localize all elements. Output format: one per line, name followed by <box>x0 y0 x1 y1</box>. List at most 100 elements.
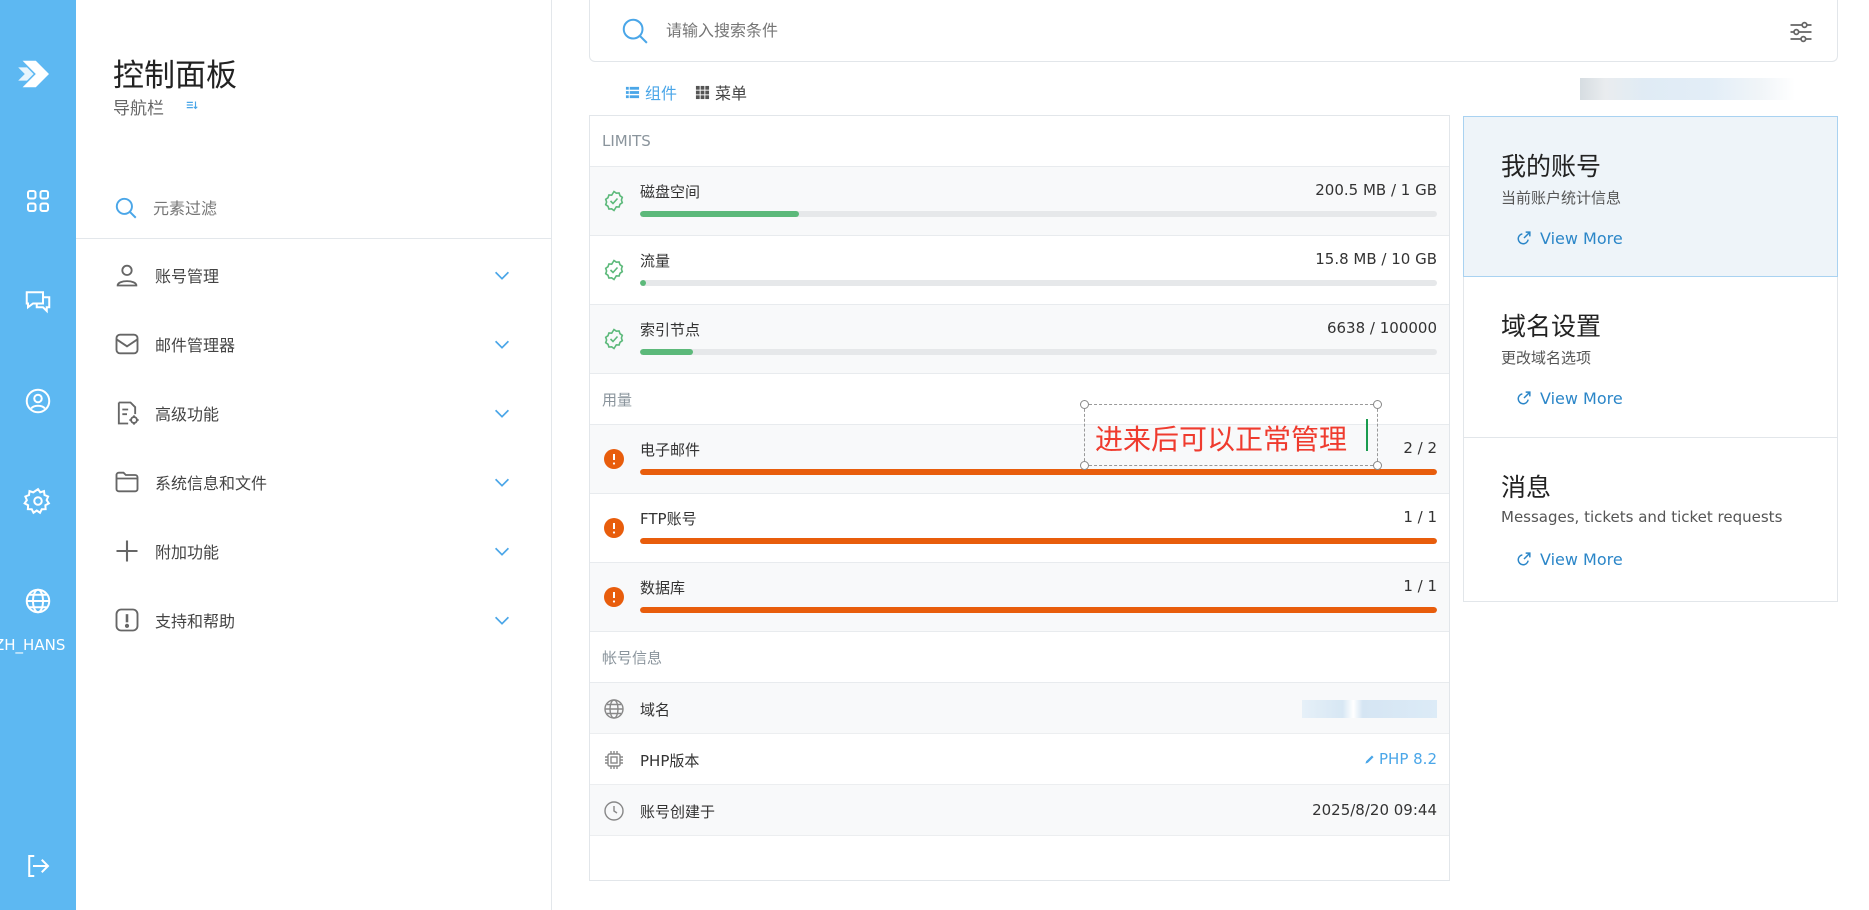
collapse-nav-button[interactable] <box>178 92 206 118</box>
alert-circle-icon <box>604 587 624 607</box>
gear-icon[interactable] <box>0 481 76 521</box>
tab-widgets-label: 组件 <box>645 84 678 103</box>
usage-row-database: 数据库 1 / 1 <box>590 563 1449 632</box>
text-annotation-box[interactable]: 进来后可以正常管理 <box>1080 400 1382 470</box>
progress-fill <box>640 607 1437 613</box>
chevron-down-icon[interactable] <box>491 264 513 286</box>
limit-row-inodes: 索引节点 6638 / 100000 <box>590 305 1449 374</box>
info-label: 账号创建于 <box>640 803 716 821</box>
alert-square-icon <box>113 606 141 634</box>
element-filter-input[interactable] <box>153 198 453 218</box>
progress-fill <box>640 280 647 286</box>
nav-item-label: 邮件管理器 <box>155 336 236 355</box>
chevron-down-icon[interactable] <box>491 540 513 562</box>
clock-icon <box>604 801 624 821</box>
resize-handle[interactable] <box>1080 400 1089 409</box>
created-date-value: 2025/8/20 09:44 <box>1312 801 1437 819</box>
annotation-text[interactable]: 进来后可以正常管理 <box>1095 418 1347 458</box>
progress-track <box>640 211 1437 217</box>
chevron-down-icon[interactable] <box>491 333 513 355</box>
nav-item-support-help[interactable]: 支持和帮助 <box>113 594 513 646</box>
card-subtitle: Messages, tickets and ticket requests <box>1501 508 1783 526</box>
limit-label: 磁盘空间 <box>640 183 701 201</box>
progress-track <box>640 349 1437 355</box>
nav-item-label: 附加功能 <box>155 543 220 562</box>
user-circle-icon[interactable] <box>0 381 76 421</box>
alert-circle-icon <box>604 518 624 538</box>
progress-track <box>640 280 1437 286</box>
resize-handle[interactable] <box>1373 461 1382 470</box>
limit-value: 6638 / 100000 <box>1326 319 1437 337</box>
share-arrow-icon <box>1517 391 1531 405</box>
progress-track <box>640 607 1437 613</box>
usage-row-ftp: FTP账号 1 / 1 <box>590 494 1449 563</box>
limit-value: 2 / 2 <box>1403 439 1437 457</box>
alert-circle-icon <box>604 449 624 469</box>
nav-item-mail-manager[interactable]: 邮件管理器 <box>113 318 513 370</box>
nav-item-addons[interactable]: 附加功能 <box>113 525 513 577</box>
globe-icon[interactable] <box>0 581 76 621</box>
view-more-link[interactable]: View More <box>1514 388 1623 408</box>
user-icon <box>113 261 141 289</box>
nav-item-label: 高级功能 <box>155 405 220 424</box>
resize-handle[interactable] <box>1373 400 1382 409</box>
language-label[interactable]: ZH_HANS <box>0 636 76 656</box>
limit-label: FTP账号 <box>640 510 697 528</box>
tab-widgets[interactable]: 组件 <box>625 80 677 104</box>
filter-settings-icon[interactable] <box>1787 18 1815 46</box>
globe-icon <box>604 699 624 719</box>
nav-item-system-info-files[interactable]: 系统信息和文件 <box>113 456 513 508</box>
page-title: 控制面板 <box>113 58 237 94</box>
card-domain-settings[interactable]: 域名设置 更改域名选项 View More <box>1464 277 1837 438</box>
limits-header: LIMITS <box>590 116 1449 167</box>
navigation-panel: 控制面板 导航栏 账号管理 邮件管理器 高级功能 系统信息和文件 附加功能 支持… <box>76 0 552 910</box>
card-my-account[interactable]: 我的账号 当前账户统计信息 View More <box>1463 116 1838 277</box>
nav-item-advanced-features[interactable]: 高级功能 <box>113 387 513 439</box>
chevron-down-icon[interactable] <box>491 471 513 493</box>
info-row-created: 账号创建于 2025/8/20 09:44 <box>590 785 1449 836</box>
tab-menu-label: 菜单 <box>715 84 748 103</box>
progress-fill <box>640 349 693 355</box>
divider <box>76 238 552 239</box>
search-icon <box>622 18 648 44</box>
limit-label: 索引节点 <box>640 321 701 339</box>
account-info-header: 帐号信息 <box>590 632 1449 683</box>
logout-icon[interactable] <box>0 846 76 886</box>
icon-rail: ZH_HANS <box>0 0 76 910</box>
text-caret <box>1366 419 1368 451</box>
search-input[interactable] <box>666 21 1766 40</box>
limit-value: 1 / 1 <box>1403 508 1437 526</box>
card-messages[interactable]: 消息 Messages, tickets and ticket requests… <box>1464 438 1837 599</box>
advanced-file-icon <box>113 399 141 427</box>
limit-row-disk: 磁盘空间 200.5 MB / 1 GB <box>590 167 1449 236</box>
info-label: PHP版本 <box>640 752 700 770</box>
progress-fill <box>640 469 1437 475</box>
view-more-link[interactable]: View More <box>1514 549 1623 569</box>
resize-handle[interactable] <box>1080 461 1089 470</box>
info-row-php: PHP版本 PHP 8.2 <box>590 734 1449 785</box>
card-subtitle: 更改域名选项 <box>1501 349 1592 367</box>
nav-filter[interactable] <box>113 190 473 226</box>
shield-check-icon <box>604 328 624 350</box>
share-arrow-icon <box>1517 231 1531 245</box>
chevron-down-icon[interactable] <box>491 609 513 631</box>
chat-icon[interactable] <box>0 281 76 321</box>
view-toggle: 组件 菜单 <box>625 80 747 104</box>
view-more-label: View More <box>1540 549 1623 569</box>
limits-panel: LIMITS 磁盘空间 200.5 MB / 1 GB 流量 15.8 MB /… <box>589 115 1450 881</box>
tab-menu[interactable]: 菜单 <box>695 80 747 104</box>
nav-subtitle: 导航栏 <box>113 99 164 119</box>
nav-item-label: 系统信息和文件 <box>155 474 268 493</box>
logo-icon[interactable] <box>0 48 76 100</box>
limit-value: 200.5 MB / 1 GB <box>1315 181 1437 199</box>
info-row-domain: 域名 <box>590 683 1449 734</box>
pencil-icon <box>1365 754 1374 764</box>
nav-item-account-management[interactable]: 账号管理 <box>113 249 513 301</box>
limit-label: 流量 <box>640 252 671 270</box>
grid-icon[interactable] <box>0 181 76 221</box>
shield-check-icon <box>604 259 624 281</box>
view-more-link[interactable]: View More <box>1514 228 1623 248</box>
redacted-user-info <box>1580 78 1795 100</box>
php-version-link[interactable]: PHP 8.2 <box>1363 750 1437 768</box>
chevron-down-icon[interactable] <box>491 402 513 424</box>
